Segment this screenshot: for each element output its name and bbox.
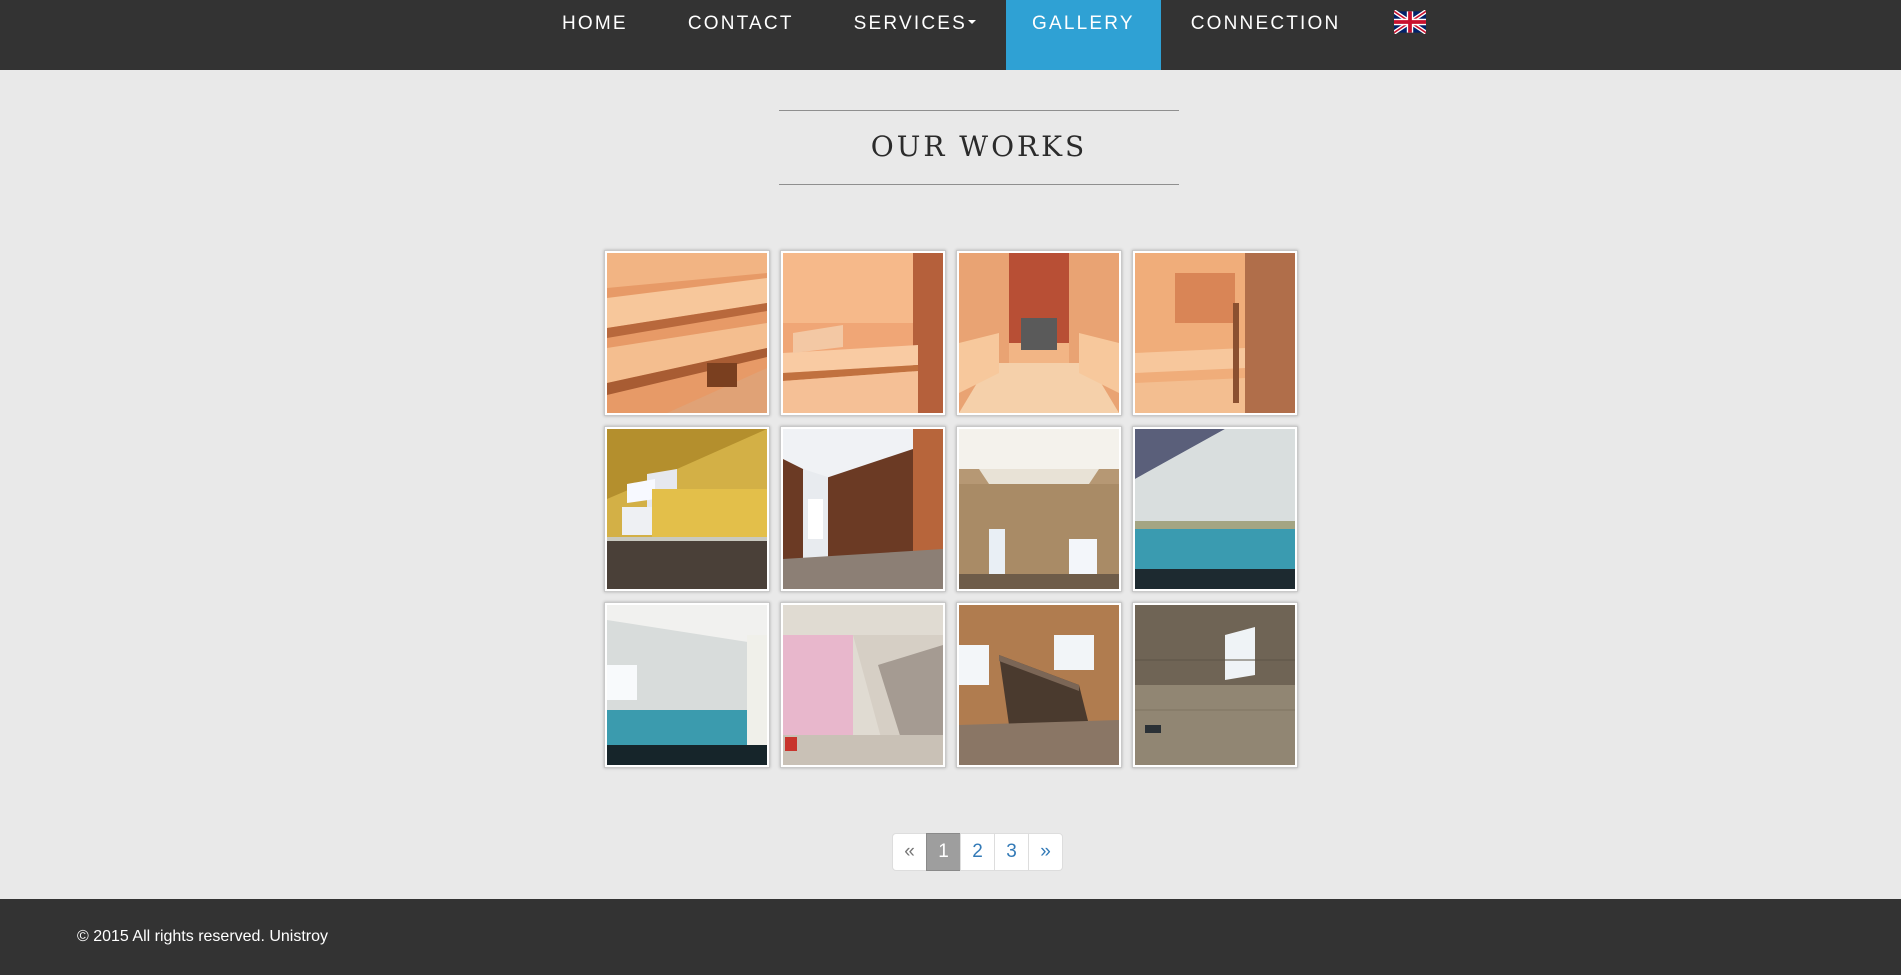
caret-down-icon <box>967 20 976 25</box>
gallery-thumbnail[interactable] <box>604 602 770 768</box>
room-photo <box>783 429 943 589</box>
pagination: « 1 2 3 » <box>892 833 1063 871</box>
language-switch[interactable] <box>1370 0 1452 70</box>
room-photo <box>783 605 943 765</box>
nav-item-connection[interactable]: CONNECTION <box>1161 0 1371 70</box>
room-photo <box>607 429 767 589</box>
uk-flag-icon <box>1394 10 1427 34</box>
nav-item-label: GALLERY <box>1031 13 1135 34</box>
gallery-thumbnail[interactable] <box>604 426 770 592</box>
sauna-photo <box>783 253 943 413</box>
room-photo <box>959 429 1119 589</box>
gallery-thumbnail[interactable] <box>1132 602 1298 768</box>
pagination-next[interactable]: » <box>1028 833 1063 871</box>
nav-menu: HOME CONTACT SERVICES GALLERY CONNECTION <box>532 0 1452 70</box>
page-1-link[interactable]: 1 <box>926 833 961 871</box>
gallery-thumbnail[interactable] <box>604 250 770 416</box>
gallery-thumbnail[interactable] <box>780 426 946 592</box>
page-title: OUR WORKS <box>870 130 1088 163</box>
page-3-link[interactable]: 3 <box>994 833 1029 871</box>
copyright-text: © 2015 All rights reserved. Unistroy <box>77 928 329 945</box>
sauna-photo <box>959 253 1119 413</box>
gallery-thumbnail[interactable] <box>956 602 1122 768</box>
page-2-link[interactable]: 2 <box>960 833 995 871</box>
nav-item-label: HOME <box>562 13 628 34</box>
gallery-thumbnail[interactable] <box>956 250 1122 416</box>
room-photo <box>1135 605 1295 765</box>
gallery-thumbnail[interactable] <box>1132 250 1298 416</box>
top-navbar: HOME CONTACT SERVICES GALLERY CONNECTION <box>0 0 1901 70</box>
gallery-grid <box>604 250 1298 768</box>
nav-item-home[interactable]: HOME <box>532 0 658 70</box>
gallery-thumbnail[interactable] <box>956 426 1122 592</box>
nav-item-services[interactable]: SERVICES <box>824 0 1006 70</box>
room-photo <box>607 605 767 765</box>
nav-item-label: CONTACT <box>687 13 794 34</box>
sauna-photo <box>607 253 767 413</box>
gallery-thumbnail[interactable] <box>780 250 946 416</box>
pagination-prev[interactable]: « <box>892 833 927 871</box>
nav-item-label: CONNECTION <box>1190 13 1341 34</box>
nav-item-label: SERVICES <box>853 13 967 34</box>
nav-item-contact[interactable]: CONTACT <box>658 0 824 70</box>
gallery-thumbnail[interactable] <box>1132 426 1298 592</box>
sauna-photo <box>1135 253 1295 413</box>
gallery-thumbnail[interactable] <box>780 602 946 768</box>
room-photo <box>1135 429 1295 589</box>
nav-item-gallery[interactable]: GALLERY <box>1005 0 1161 70</box>
footer: © 2015 All rights reserved. Unistroy <box>0 899 1901 975</box>
page-heading: OUR WORKS <box>779 110 1179 185</box>
room-photo <box>959 605 1119 765</box>
